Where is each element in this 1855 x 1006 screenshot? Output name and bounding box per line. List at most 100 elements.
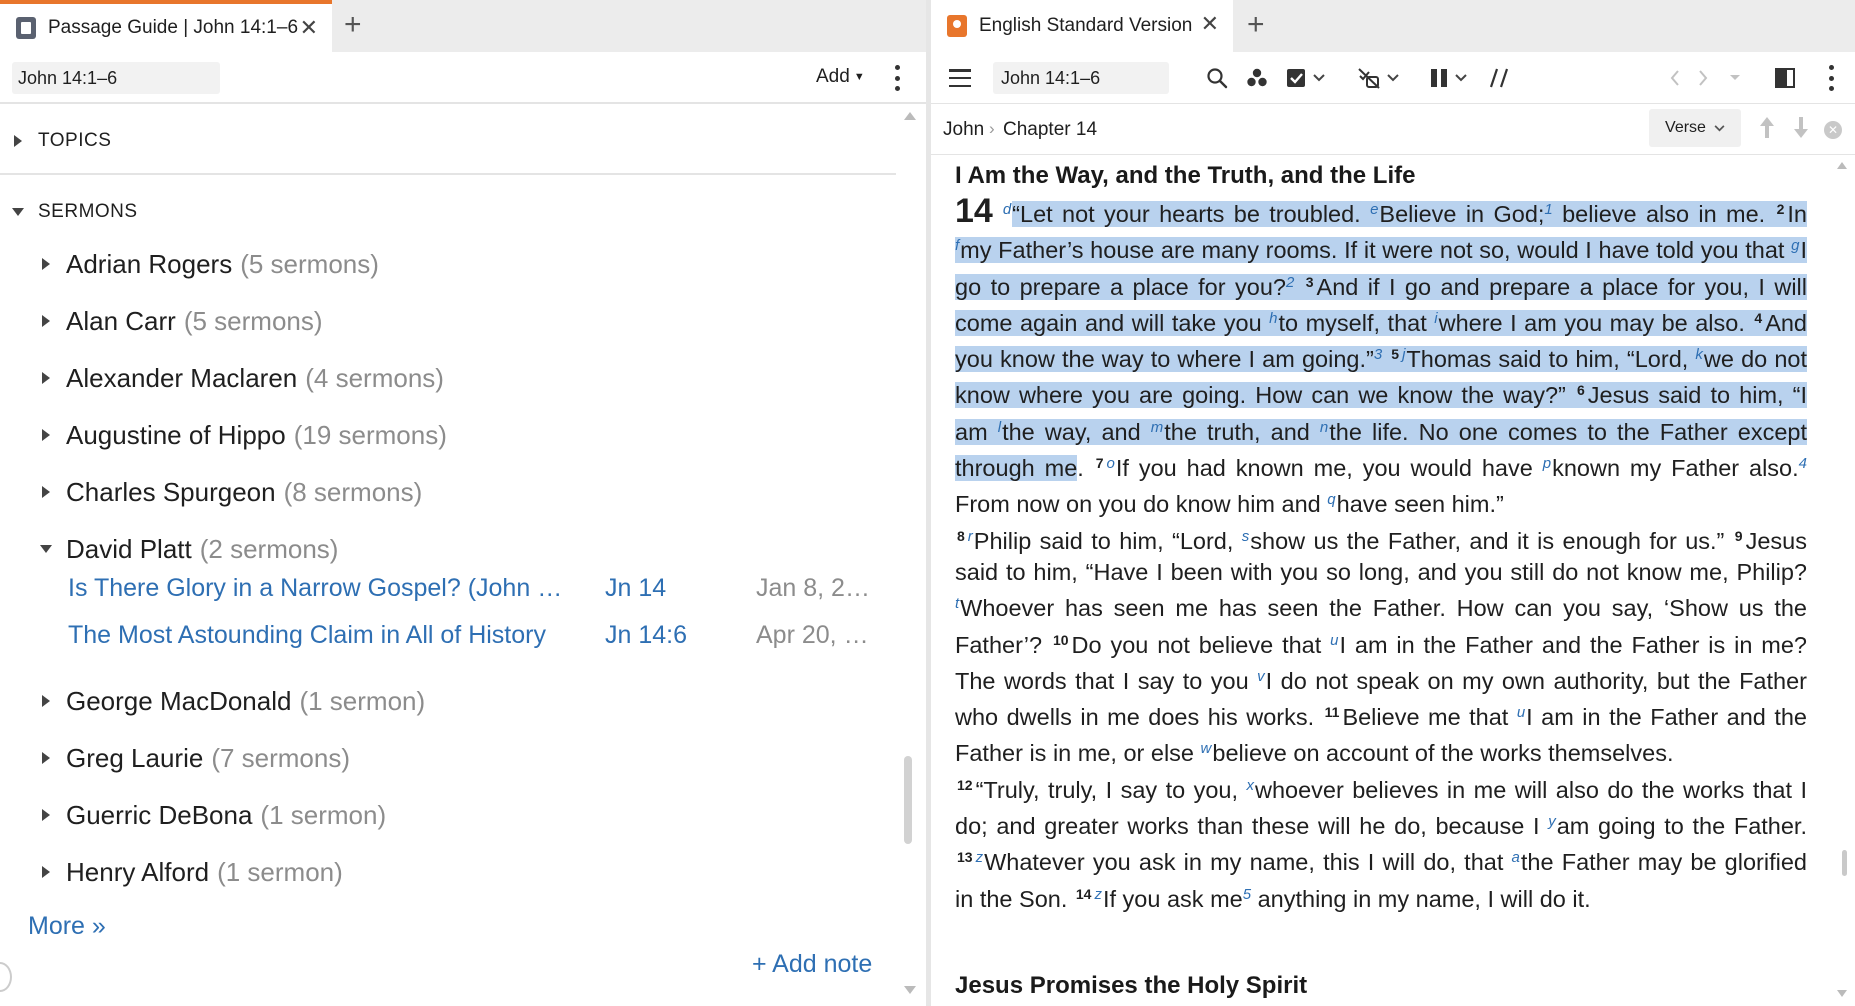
visual-filters-icon[interactable]	[1243, 64, 1271, 92]
parallel-resources-icon[interactable]	[1487, 64, 1511, 92]
sermon-title-link[interactable]: The Most Astounding Claim in All of Hist…	[68, 621, 572, 650]
author-row[interactable]: Alan Carr (5 sermons)	[0, 304, 323, 338]
parallel-columns-icon[interactable]	[1427, 64, 1451, 92]
verse-number: 3	[1305, 273, 1314, 290]
link-set-icon[interactable]	[1355, 64, 1383, 92]
expand-arrow-icon	[42, 372, 50, 384]
author-row[interactable]: Henry Alford (1 sermon)	[0, 855, 343, 889]
cross-reference-marker: j	[1402, 346, 1406, 364]
author-row[interactable]: Greg Laurie (7 sermons)	[0, 741, 350, 775]
more-options-icon[interactable]	[1828, 65, 1834, 91]
sermon-count: (19 sermons)	[293, 419, 447, 450]
close-icon[interactable]: ✕	[1201, 13, 1219, 35]
more-options-icon[interactable]	[894, 65, 900, 91]
back-arrow-icon[interactable]	[1667, 64, 1683, 92]
author-name: Alan Carr	[66, 305, 176, 336]
cross-reference-marker: z	[975, 849, 984, 867]
more-sermons-link[interactable]: More »	[28, 912, 106, 941]
verse-number: 12	[957, 776, 973, 793]
chapter-number: 14	[955, 192, 993, 230]
footnote-marker: 5	[1242, 885, 1252, 903]
reading-plan-icon[interactable]	[1283, 64, 1309, 92]
expand-arrow-icon	[42, 866, 50, 878]
bible-paragraph[interactable]: 8 rPhilip said to him, “Lord, sshow us th…	[955, 521, 1807, 770]
sermon-title-link[interactable]: Is There Glory in a Narrow Gospel? (John…	[68, 574, 572, 603]
bible-paragraph[interactable]: 14 d“Let not your hearts be troubled. eBe…	[955, 192, 1808, 521]
scroll-up-arrow-icon[interactable]	[1837, 162, 1847, 169]
bible-paragraph[interactable]: 12 “Truly, truly, I say to you, xwhoever …	[955, 770, 1807, 915]
expand-arrow-icon	[42, 809, 50, 821]
next-verse-arrow-icon[interactable]	[1794, 117, 1808, 139]
scroll-up-arrow-icon[interactable]	[904, 112, 916, 120]
author-name: David Platt	[66, 533, 192, 564]
clear-icon[interactable]: ✕	[1824, 121, 1842, 139]
sermon-count: (5 sermons)	[240, 248, 379, 279]
add-tab-icon[interactable]: +	[344, 8, 362, 42]
verse-number: 8	[957, 527, 965, 544]
reference-input[interactable]	[993, 62, 1169, 94]
author-row[interactable]: Augustine of Hippo (19 sermons)	[0, 418, 447, 452]
sermon-count: (1 sermon)	[217, 856, 343, 887]
tab-esv[interactable]: English Standard Version ✕	[931, 0, 1233, 52]
forward-arrow-icon[interactable]	[1695, 64, 1711, 92]
tab-bar: Passage Guide | John 14:1–6 ✕ +	[0, 0, 926, 52]
author-row[interactable]: Charles Spurgeon (8 sermons)	[0, 475, 422, 509]
author-row[interactable]: Alexander Maclaren (4 sermons)	[0, 361, 444, 395]
cross-reference-marker: s	[1241, 527, 1250, 545]
breadcrumb-chapter[interactable]: Chapter 14	[1003, 119, 1097, 141]
footnote-marker: 3	[1373, 346, 1383, 364]
search-icon[interactable]	[1203, 64, 1231, 92]
scrollbar-thumb[interactable]	[904, 756, 912, 844]
sermon-count: (8 sermons)	[283, 476, 423, 507]
topics-label: TOPICS	[38, 130, 112, 151]
sermon-row[interactable]: The Most Astounding Claim in All of Hist…	[0, 621, 896, 657]
tab-passage-guide[interactable]: Passage Guide | John 14:1–6 ✕	[0, 0, 332, 52]
sermon-reference-link[interactable]: Jn 14:6	[605, 621, 687, 650]
reference-input[interactable]	[12, 62, 220, 94]
sermon-count: (2 sermons)	[199, 533, 339, 564]
menu-icon[interactable]	[949, 69, 971, 87]
add-button-label: Add	[816, 66, 850, 87]
cross-reference-marker: y	[1548, 813, 1556, 831]
guide-toolbar: Add▼	[0, 52, 926, 104]
chevron-down-icon[interactable]	[1385, 64, 1401, 92]
verse-selector-button[interactable]: Verse	[1649, 109, 1741, 147]
sermon-row[interactable]: Is There Glory in a Narrow Gospel? (John…	[0, 574, 896, 610]
author-row[interactable]: Guerric DeBona (1 sermon)	[0, 798, 386, 832]
chevron-down-icon[interactable]	[1311, 64, 1327, 92]
breadcrumb-book[interactable]: John	[943, 119, 984, 141]
add-button[interactable]: Add ▼	[816, 66, 865, 88]
scroll-down-arrow-icon[interactable]	[904, 986, 916, 994]
guide-content: TOPICS SERMONS Adrian Rogers (5 sermons)…	[0, 106, 926, 1006]
author-name: Greg Laurie	[66, 742, 204, 773]
scroll-down-arrow-icon[interactable]	[1837, 990, 1847, 997]
add-note-link[interactable]: + Add note	[752, 950, 872, 979]
add-tab-icon[interactable]: +	[1247, 8, 1265, 42]
author-name: Augustine of Hippo	[66, 419, 286, 450]
history-chevron-icon[interactable]	[1727, 64, 1743, 92]
panel-layout-icon[interactable]	[1773, 64, 1797, 92]
sermon-count: (7 sermons)	[211, 742, 351, 773]
cross-reference-marker: h	[1269, 309, 1278, 327]
sermon-count: (1 sermon)	[299, 685, 426, 716]
author-row[interactable]: Adrian Rogers (5 sermons)	[0, 247, 379, 281]
sermon-reference-link[interactable]: Jn 14	[605, 574, 666, 603]
previous-verse-arrow-icon[interactable]	[1760, 117, 1774, 139]
sermons-section-header[interactable]: SERMONS	[0, 201, 138, 223]
app-window: Passage Guide | John 14:1–6 ✕ + Add▼ TOP…	[0, 0, 1855, 1006]
cross-reference-marker: a	[1511, 849, 1520, 867]
expand-arrow-icon	[42, 752, 50, 764]
chevron-down-icon[interactable]	[1453, 64, 1469, 92]
author-name: Adrian Rogers	[66, 248, 233, 279]
sermon-count: (4 sermons)	[305, 362, 444, 393]
topics-section-header[interactable]: TOPICS	[0, 130, 111, 152]
cross-reference-marker: x	[1246, 776, 1254, 794]
expand-arrow-icon	[42, 429, 50, 441]
bible-panel: English Standard Version ✕ + John 14:1–6…	[931, 0, 1855, 1006]
author-row[interactable]: George MacDonald (1 sermon)	[0, 684, 425, 718]
bible-toolbar	[931, 52, 1855, 104]
cross-reference-marker: i	[1434, 309, 1438, 327]
scrollbar-thumb[interactable]	[1842, 850, 1847, 876]
close-icon[interactable]: ✕	[300, 17, 318, 39]
author-row-expanded[interactable]: David Platt (2 sermons)	[0, 532, 338, 566]
